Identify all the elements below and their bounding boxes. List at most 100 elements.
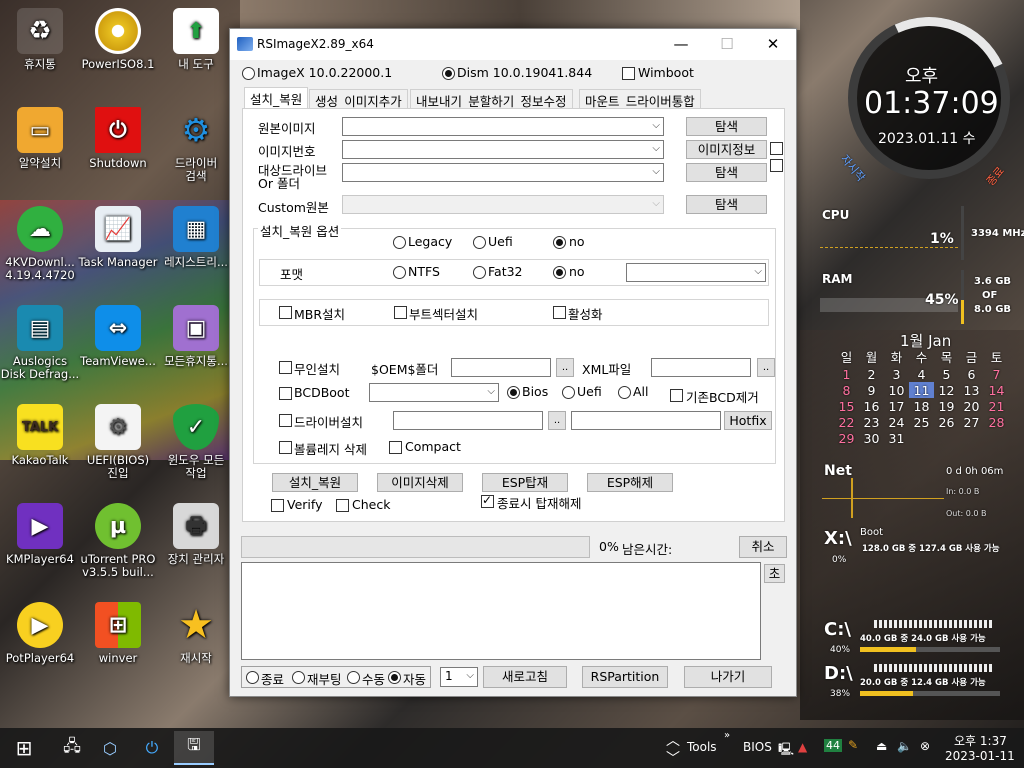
desktop-icon-winver[interactable]: ⊞ winver (78, 602, 158, 665)
imagex-radio[interactable] (242, 67, 255, 80)
desktop-icon-driver-search[interactable]: ⚙ 드라이버 검색 (156, 107, 236, 183)
a-tool-icon[interactable]: ▲ (798, 740, 807, 754)
target-checkbox[interactable] (770, 159, 783, 172)
ntfs-radio[interactable] (393, 266, 406, 279)
desktop-icon-potplayer[interactable]: ▶ PotPlayer64 (0, 602, 80, 665)
desktop-icon-tools[interactable]: ⬆ 내 도구 (156, 8, 236, 71)
xml-file-input[interactable] (651, 358, 751, 377)
minimize-button[interactable]: — (658, 29, 704, 60)
restart-shortcut-button[interactable]: 자시작 (837, 151, 869, 185)
desktop-icon-uefi[interactable]: ⚙ UEFI(BIOS) 진입 (78, 404, 158, 480)
tab-install-restore[interactable]: 설치_복원 (244, 87, 309, 108)
taskbar-app-power[interactable]: ⏻ (138, 734, 166, 762)
tray-scroll-down-icon[interactable]: ﹀ (666, 748, 680, 768)
bios-toolbar[interactable]: BIOS (743, 740, 772, 754)
image-info-button[interactable]: 이미지정보 (686, 140, 767, 159)
bios-radio[interactable] (507, 386, 520, 399)
exit-button[interactable]: 나가기 (684, 666, 772, 688)
tools-toolbar[interactable]: Tools (687, 740, 717, 754)
desktop-icon-recycle-bin[interactable]: ♻ 휴지통 (0, 8, 80, 71)
usb-icon[interactable]: ⏏ (876, 739, 887, 753)
tab-create-add[interactable]: 생성_이미지추가 (309, 89, 408, 109)
hotfix-path-input[interactable] (571, 411, 721, 430)
count-combo[interactable]: 1 ⌵ (440, 667, 478, 687)
desktop-icon-device-manager[interactable]: 🖶 장치 관리자 (156, 503, 236, 566)
desktop-icon-teamviewer[interactable]: ⇔ TeamViewe... (78, 305, 158, 368)
tray-scroll-up-icon[interactable]: ︿ (666, 730, 680, 750)
desktop-icon-poweriso[interactable]: PowerISO8.1 (78, 8, 158, 71)
image-index-combo[interactable]: ⌵ (342, 140, 664, 159)
browse-source-button[interactable]: 탐색 (686, 117, 767, 136)
taskbar-date[interactable]: 2023-01-11 (945, 749, 1015, 763)
start-button[interactable]: ⊞ (10, 734, 38, 762)
tab-export-split[interactable]: 내보내기_분할하기_정보수정 (410, 89, 573, 109)
format-no-radio[interactable] (553, 266, 566, 279)
bcdboot-checkbox[interactable] (279, 387, 292, 400)
bcd-uefi-radio[interactable] (562, 386, 575, 399)
desktop-icon-task-manager[interactable]: 📈 Task Manager (78, 206, 158, 269)
activate-checkbox[interactable] (553, 306, 566, 319)
unmount-on-exit-checkbox[interactable] (481, 493, 494, 508)
compact-checkbox[interactable] (389, 441, 402, 454)
browse-custom-button[interactable]: 탐색 (686, 195, 767, 214)
close-button[interactable]: ✕ (750, 29, 796, 60)
taskbar-app-rsimagex[interactable]: 🖫 (174, 731, 214, 765)
format-label-combo[interactable]: ⌵ (626, 263, 766, 282)
driver-browse-button[interactable]: .. (548, 411, 566, 430)
desktop-icon-kmplayer[interactable]: ▶ KMPlayer64 (0, 503, 80, 566)
source-image-combo[interactable]: ⌵ (342, 117, 664, 136)
remove-bcd-checkbox[interactable] (670, 389, 683, 402)
desktop-icon-all-recycle[interactable]: ▣ 모든휴지통... (156, 305, 236, 368)
esp-mount-button[interactable]: ESP탑재 (482, 473, 568, 492)
oem-browse-button[interactable]: .. (556, 358, 574, 377)
uefi-radio[interactable] (473, 236, 486, 249)
manual-radio[interactable] (347, 671, 360, 684)
taskbar-app-explorer[interactable]: 🖧 (58, 734, 86, 762)
unattended-checkbox[interactable] (279, 361, 292, 374)
driver-path-input[interactable] (393, 411, 543, 430)
cancel-button[interactable]: 취소 (739, 536, 787, 558)
log-textarea[interactable] (241, 562, 761, 660)
all-radio[interactable] (618, 386, 631, 399)
delete-image-button[interactable]: 이미지삭제 (377, 473, 463, 492)
refresh-button[interactable]: 새로고침 (483, 666, 567, 688)
desktop-icon-4kvdownloader[interactable]: ☁ 4KVDownl... 4.19.4.4720 (0, 206, 80, 282)
oem-folder-input[interactable] (451, 358, 551, 377)
desktop-icon-alyac[interactable]: ▭ 알약설치 (0, 107, 80, 170)
volume-icon[interactable]: 🔈 (897, 739, 912, 753)
check-checkbox[interactable] (336, 499, 349, 512)
shutdown-shortcut-button[interactable]: 종료 (982, 163, 1007, 189)
desktop-icon-windows-all-tasks[interactable]: ✓ 윈도우 모든 작업 (156, 404, 236, 480)
shutdown-radio[interactable] (246, 671, 259, 684)
rspartition-button[interactable]: RSPartition (582, 666, 668, 688)
desktop-icon-kakaotalk[interactable]: TALK KakaoTalk (0, 404, 80, 467)
network-disconnected-icon[interactable]: ⊗ (920, 739, 930, 753)
install-restore-button[interactable]: 설치_복원 (272, 473, 358, 492)
maximize-button[interactable]: ☐ (704, 29, 750, 60)
monitor-icon[interactable]: 🖳 (778, 740, 794, 761)
boot-no-radio[interactable] (553, 236, 566, 249)
volume-delete-checkbox[interactable] (279, 441, 292, 454)
verify-checkbox[interactable] (271, 499, 284, 512)
desktop-icon-registry[interactable]: ▦ 레지스트리... (156, 206, 236, 269)
hotfix-button[interactable]: Hotfix (724, 411, 772, 430)
taskbar-time[interactable]: 오후 1:37 (954, 732, 1007, 749)
title-bar[interactable]: RSImageX2.89_x64 — ☐ ✕ (230, 29, 796, 60)
tab-mount-driver[interactable]: 마운트_드라이버통합 (579, 89, 701, 109)
desktop-icon-restart[interactable]: ★ 재시작 (156, 602, 236, 665)
driver-install-checkbox[interactable] (279, 414, 292, 427)
fat32-radio[interactable] (473, 266, 486, 279)
clear-log-button[interactable]: 초 (764, 564, 785, 583)
tools-expand-icon[interactable]: » (724, 730, 730, 741)
dism-radio[interactable] (442, 67, 455, 80)
taskbar-app-virtualbox[interactable]: ⬡ (96, 734, 124, 762)
mbr-checkbox[interactable] (279, 306, 292, 319)
esp-unmount-button[interactable]: ESP해제 (587, 473, 673, 492)
xml-browse-button[interactable]: .. (757, 358, 775, 377)
desktop-icon-utorrent[interactable]: µ uTorrent PRO v3.5.5 buil... (78, 503, 158, 579)
legacy-radio[interactable] (393, 236, 406, 249)
bootsector-checkbox[interactable] (394, 306, 407, 319)
auto-radio[interactable] (388, 671, 401, 684)
bcdboot-combo[interactable]: ⌵ (369, 383, 499, 402)
target-drive-combo[interactable]: ⌵ (342, 163, 664, 182)
